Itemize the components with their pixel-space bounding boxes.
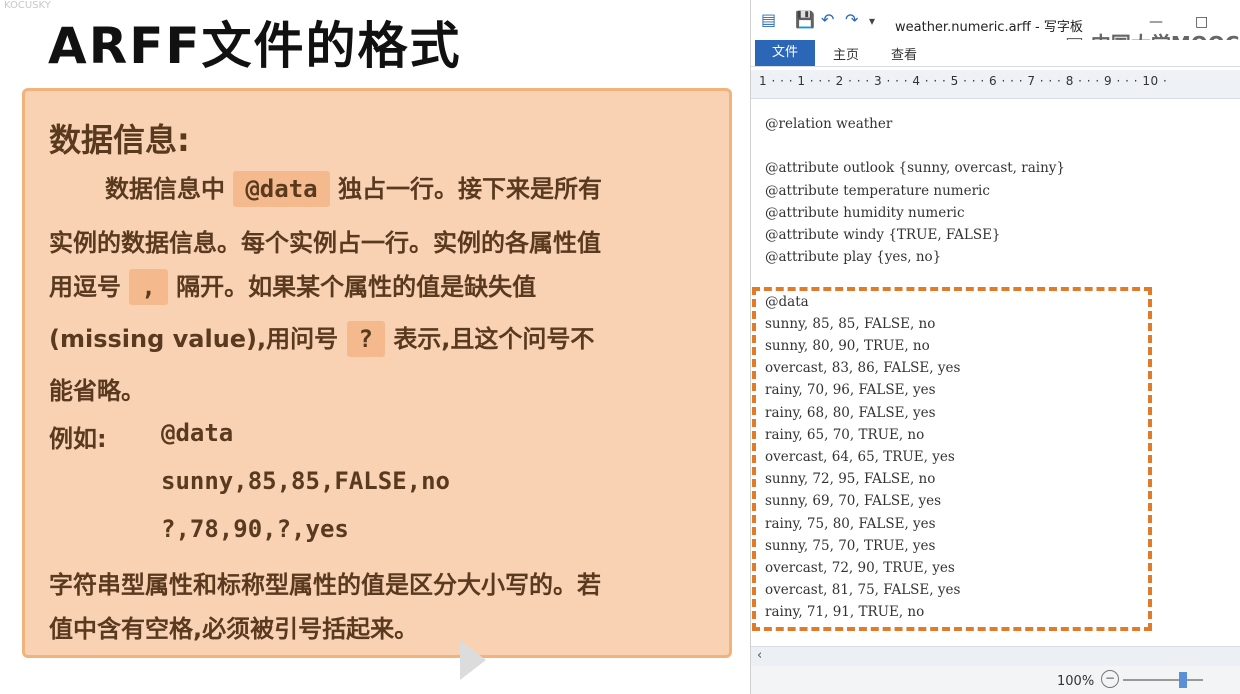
paragraph-line-5: 能省略。 (49, 377, 145, 405)
para3-prefix: 用逗号 (49, 273, 121, 301)
paragraph-line-4: (missing value),用问号 ? 表示,且这个问号不 (49, 319, 594, 357)
wordpad-app-icon[interactable]: ▤ (761, 10, 776, 29)
paragraph-line-3: 用逗号 , 隔开。如果某个属性的值是缺失值 (49, 267, 536, 305)
document-line: @attribute humidity numeric (765, 204, 965, 221)
document-line: @attribute outlook {sunny, overcast, rai… (765, 160, 1065, 177)
document-area[interactable]: @relation weather @attribute outlook {sun… (751, 100, 1240, 644)
brand-logo: KOCUSKY (4, 0, 51, 11)
document-line: @data (765, 293, 809, 310)
document-line: overcast, 81, 75, FALSE, yes (765, 582, 961, 599)
ruler-markings: 1 · · · 1 · · · 2 · · · 3 · · · 4 · · · … (759, 74, 1168, 88)
document-line: sunny, 85, 85, FALSE, no (765, 315, 936, 332)
document-line: overcast, 64, 65, TRUE, yes (765, 449, 955, 465)
paragraph-line-1: 数据信息中 @data 独占一行。接下来是所有 (105, 169, 602, 207)
tab-view[interactable]: 查看 (891, 44, 917, 63)
document-line: rainy, 65, 70, TRUE, no (765, 426, 925, 443)
ruler[interactable]: 1 · · · 1 · · · 2 · · · 3 · · · 4 · · · … (751, 70, 1240, 99)
example-line-1: @data (161, 419, 234, 447)
play-icon[interactable] (460, 640, 486, 680)
customize-dropdown-icon[interactable]: ▾ (869, 14, 875, 28)
zoom-slider-thumb[interactable] (1179, 672, 1187, 688)
para4-prefix: (missing value),用问号 (49, 325, 339, 353)
zoom-level: 100% (1057, 674, 1095, 689)
scroll-left-icon[interactable]: ‹ (757, 648, 762, 663)
data-keyword-highlight: @data (233, 171, 330, 207)
example-line-3: ?,78,90,?,yes (161, 515, 349, 543)
comma-highlight: , (129, 269, 168, 305)
zoom-out-button[interactable]: − (1101, 670, 1119, 688)
document-line: @attribute windy {TRUE, FALSE} (765, 227, 1001, 243)
tab-file[interactable]: 文件 (755, 40, 815, 66)
document-line: sunny, 72, 95, FALSE, no (765, 471, 936, 488)
ribbon-tabs: 文件 主页 查看 (751, 40, 1240, 67)
document-line: rainy, 71, 91, TRUE, no (765, 604, 925, 621)
document-line: rainy, 70, 96, FALSE, yes (765, 382, 936, 399)
save-icon[interactable]: 💾 (795, 10, 815, 29)
para3-suffix: 隔开。如果某个属性的值是缺失值 (176, 273, 537, 301)
tab-home[interactable]: 主页 (833, 44, 859, 63)
paragraph-line-2: 实例的数据信息。每个实例占一行。实例的各属性值 (49, 229, 601, 257)
wordpad-window: ▤ 💾 ↶ ↷ ▾ weather.numeric.arff - 写字板 — □… (750, 0, 1240, 694)
slide-title: ARFF文件的格式 (48, 17, 462, 75)
document-line: rainy, 68, 80, FALSE, yes (765, 404, 936, 421)
paragraph-line-7: 值中含有空格,必须被引号括起来。 (49, 615, 419, 643)
question-mark-highlight: ? (346, 321, 385, 357)
document-line: sunny, 69, 70, FALSE, yes (765, 493, 942, 510)
para1-suffix: 独占一行。接下来是所有 (337, 175, 602, 203)
document-line: sunny, 80, 90, TRUE, no (765, 338, 930, 354)
status-bar: 100% − (751, 666, 1240, 694)
document-line: @attribute play {yes, no} (765, 249, 942, 266)
document-line: @attribute temperature numeric (765, 182, 990, 199)
example-label: 例如: (49, 425, 107, 453)
window-title: weather.numeric.arff - 写字板 (895, 20, 1083, 35)
content-panel: 数据信息: 数据信息中 @data 独占一行。接下来是所有 实例的数据信息。每个… (22, 88, 732, 658)
redo-icon[interactable]: ↷ (845, 10, 858, 29)
example-line-2: sunny,85,85,FALSE,no (161, 467, 450, 495)
document-line: overcast, 83, 86, FALSE, yes (765, 360, 961, 377)
document-line: sunny, 75, 70, TRUE, yes (765, 537, 936, 554)
undo-icon[interactable]: ↶ (821, 10, 834, 29)
para1-prefix: 数据信息中 (105, 175, 225, 203)
zoom-slider[interactable] (1123, 679, 1203, 681)
paragraph-line-6: 字符串型属性和标称型属性的值是区分大小写的。若 (49, 571, 601, 599)
document-line: rainy, 75, 80, FALSE, yes (765, 515, 936, 532)
para4-suffix: 表示,且这个问号不 (393, 325, 595, 353)
panel-heading: 数据信息: (49, 121, 190, 159)
horizontal-scrollbar[interactable]: ‹ (751, 646, 1240, 667)
slide: KOCUSKY ARFF文件的格式 数据信息: 数据信息中 @data 独占一行… (0, 0, 750, 694)
document-line: @relation weather (765, 116, 893, 132)
document-line: overcast, 72, 90, TRUE, yes (765, 560, 955, 576)
